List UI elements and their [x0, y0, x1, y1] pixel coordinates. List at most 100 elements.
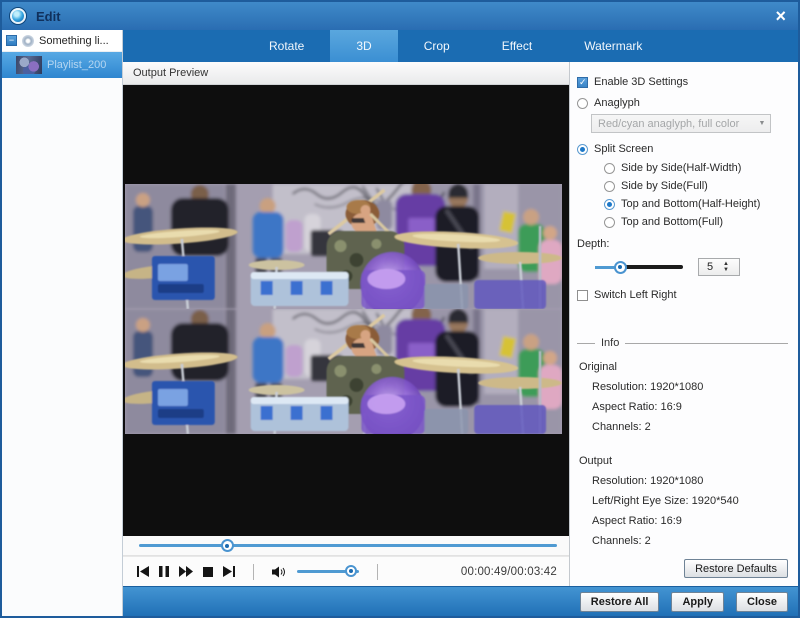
output-eye-size: Left/Right Eye Size: 1920*540 [577, 495, 790, 507]
restore-defaults-button[interactable]: Restore Defaults [684, 559, 788, 578]
stop-button[interactable] [203, 567, 213, 577]
source-tree-sidebar: − Something li... Playlist_200 [2, 30, 123, 616]
controls-divider [377, 564, 378, 580]
original-aspect-ratio: Aspect Ratio: 16:9 [577, 401, 790, 413]
3d-settings-pane: Enable 3D Settings Anaglyph Red/cyan ana… [570, 62, 798, 586]
volume-slider[interactable] [297, 565, 359, 578]
fast-forward-button[interactable] [179, 566, 193, 577]
anaglyph-label: Anaglyph [594, 97, 640, 109]
original-channels: Channels: 2 [577, 421, 790, 433]
speaker-icon [272, 566, 287, 578]
seek-slider[interactable] [139, 539, 557, 552]
seek-thumb[interactable] [221, 539, 234, 552]
legend-line-right [625, 343, 788, 344]
top-bottom-full-row[interactable]: Top and Bottom(Full) [604, 216, 790, 228]
tab-effect[interactable]: Effect [476, 30, 558, 62]
playback-controls: 00:00:49/00:03:42 [123, 556, 569, 586]
tree-collapse-icon[interactable]: − [6, 35, 17, 46]
original-resolution: Resolution: 1920*1080 [577, 381, 790, 393]
playlist-item-label: Playlist_200 [47, 59, 106, 71]
window-title: Edit [36, 9, 61, 24]
video-preview-area [123, 85, 569, 536]
title-bar: Edit × [2, 2, 798, 30]
seek-bar-row [123, 536, 569, 556]
depth-spinner: ▲ ▼ [698, 258, 740, 276]
top-bottom-half-row[interactable]: Top and Bottom(Half-Height) [604, 198, 790, 210]
info-legend: Info [595, 337, 625, 349]
tab-rotate[interactable]: Rotate [243, 30, 330, 62]
volume-thumb[interactable] [345, 565, 357, 577]
enable-3d-checkbox[interactable] [577, 77, 588, 88]
edit-dialog: Edit × − Something li... Playlist_200 Ro… [0, 0, 800, 618]
video-frame-top [125, 184, 562, 309]
pause-icon [159, 566, 169, 577]
switch-left-right-checkbox[interactable] [577, 290, 588, 301]
depth-slider[interactable] [595, 261, 683, 274]
enable-3d-label: Enable 3D Settings [594, 76, 688, 88]
side-by-side-full-label: Side by Side(Full) [621, 180, 708, 192]
side-by-side-half-row[interactable]: Side by Side(Half-Width) [604, 162, 790, 174]
controls-divider [253, 564, 254, 580]
side-by-side-full-radio[interactable] [604, 181, 615, 192]
top-bottom-full-radio[interactable] [604, 217, 615, 228]
depth-label: Depth: [577, 238, 790, 250]
output-resolution: Resolution: 1920*1080 [577, 475, 790, 487]
chevron-down-icon[interactable]: ▼ [754, 120, 770, 127]
skip-forward-icon [223, 566, 235, 577]
spinner-down-icon[interactable]: ▼ [723, 267, 729, 273]
volume-button[interactable] [272, 566, 287, 578]
apply-button[interactable]: Apply [671, 592, 724, 612]
fast-forward-icon [179, 566, 193, 577]
preview-pane: Output Preview [123, 62, 570, 586]
restore-all-button[interactable]: Restore All [580, 592, 660, 612]
side-by-side-half-radio[interactable] [604, 163, 615, 174]
tree-item-playlist-selected[interactable]: Playlist_200 [2, 52, 122, 78]
enable-3d-row[interactable]: Enable 3D Settings [577, 76, 790, 88]
close-button[interactable]: Close [736, 592, 788, 612]
tree-item-label: Something li... [39, 35, 109, 47]
tree-item-disc[interactable]: − Something li... [2, 30, 122, 52]
skip-forward-button[interactable] [223, 566, 235, 577]
depth-value-input[interactable] [699, 261, 721, 273]
split-screen-row[interactable]: Split Screen [577, 143, 790, 155]
split-screen-radio[interactable] [577, 144, 588, 155]
disc-icon [22, 35, 34, 47]
top-bottom-half-label: Top and Bottom(Half-Height) [621, 198, 760, 210]
app-icon [10, 8, 26, 24]
output-channels: Channels: 2 [577, 535, 790, 547]
tab-watermark[interactable]: Watermark [558, 30, 668, 62]
original-heading: Original [577, 361, 790, 373]
video-thumbnail [16, 56, 42, 74]
anaglyph-mode-dropdown[interactable]: Red/cyan anaglyph, full color ▼ [591, 114, 771, 133]
depth-control-row: ▲ ▼ [577, 258, 790, 276]
switch-left-right-label: Switch Left Right [594, 289, 677, 301]
side-by-side-full-row[interactable]: Side by Side(Full) [604, 180, 790, 192]
tab-3d[interactable]: 3D [330, 30, 397, 62]
anaglyph-radio[interactable] [577, 98, 588, 109]
info-group: Info [577, 337, 790, 349]
stop-icon [203, 567, 213, 577]
legend-line-left [577, 343, 595, 344]
depth-track-remaining[interactable] [620, 265, 683, 269]
skip-back-button[interactable] [137, 566, 149, 577]
close-icon[interactable]: × [775, 7, 786, 25]
tab-crop[interactable]: Crop [398, 30, 476, 62]
edit-tab-bar: Rotate 3D Crop Effect Watermark [123, 30, 798, 62]
anaglyph-row[interactable]: Anaglyph [577, 97, 790, 109]
split-screen-label: Split Screen [594, 143, 653, 155]
video-frame-bottom [125, 309, 562, 434]
output-preview-header: Output Preview [123, 62, 569, 85]
spinner-arrows: ▲ ▼ [723, 261, 729, 273]
output-aspect-ratio: Aspect Ratio: 16:9 [577, 515, 790, 527]
split-screen-frames [125, 184, 562, 434]
seek-track[interactable] [139, 544, 557, 547]
footer-bar: Restore All Apply Close [123, 586, 798, 616]
output-heading: Output [577, 455, 790, 467]
skip-back-icon [137, 566, 149, 577]
top-bottom-half-radio[interactable] [604, 199, 615, 210]
side-by-side-half-label: Side by Side(Half-Width) [621, 162, 741, 174]
depth-thumb[interactable] [614, 261, 627, 274]
time-display: 00:00:49/00:03:42 [461, 566, 557, 578]
switch-left-right-row[interactable]: Switch Left Right [577, 289, 790, 301]
pause-button[interactable] [159, 566, 169, 577]
